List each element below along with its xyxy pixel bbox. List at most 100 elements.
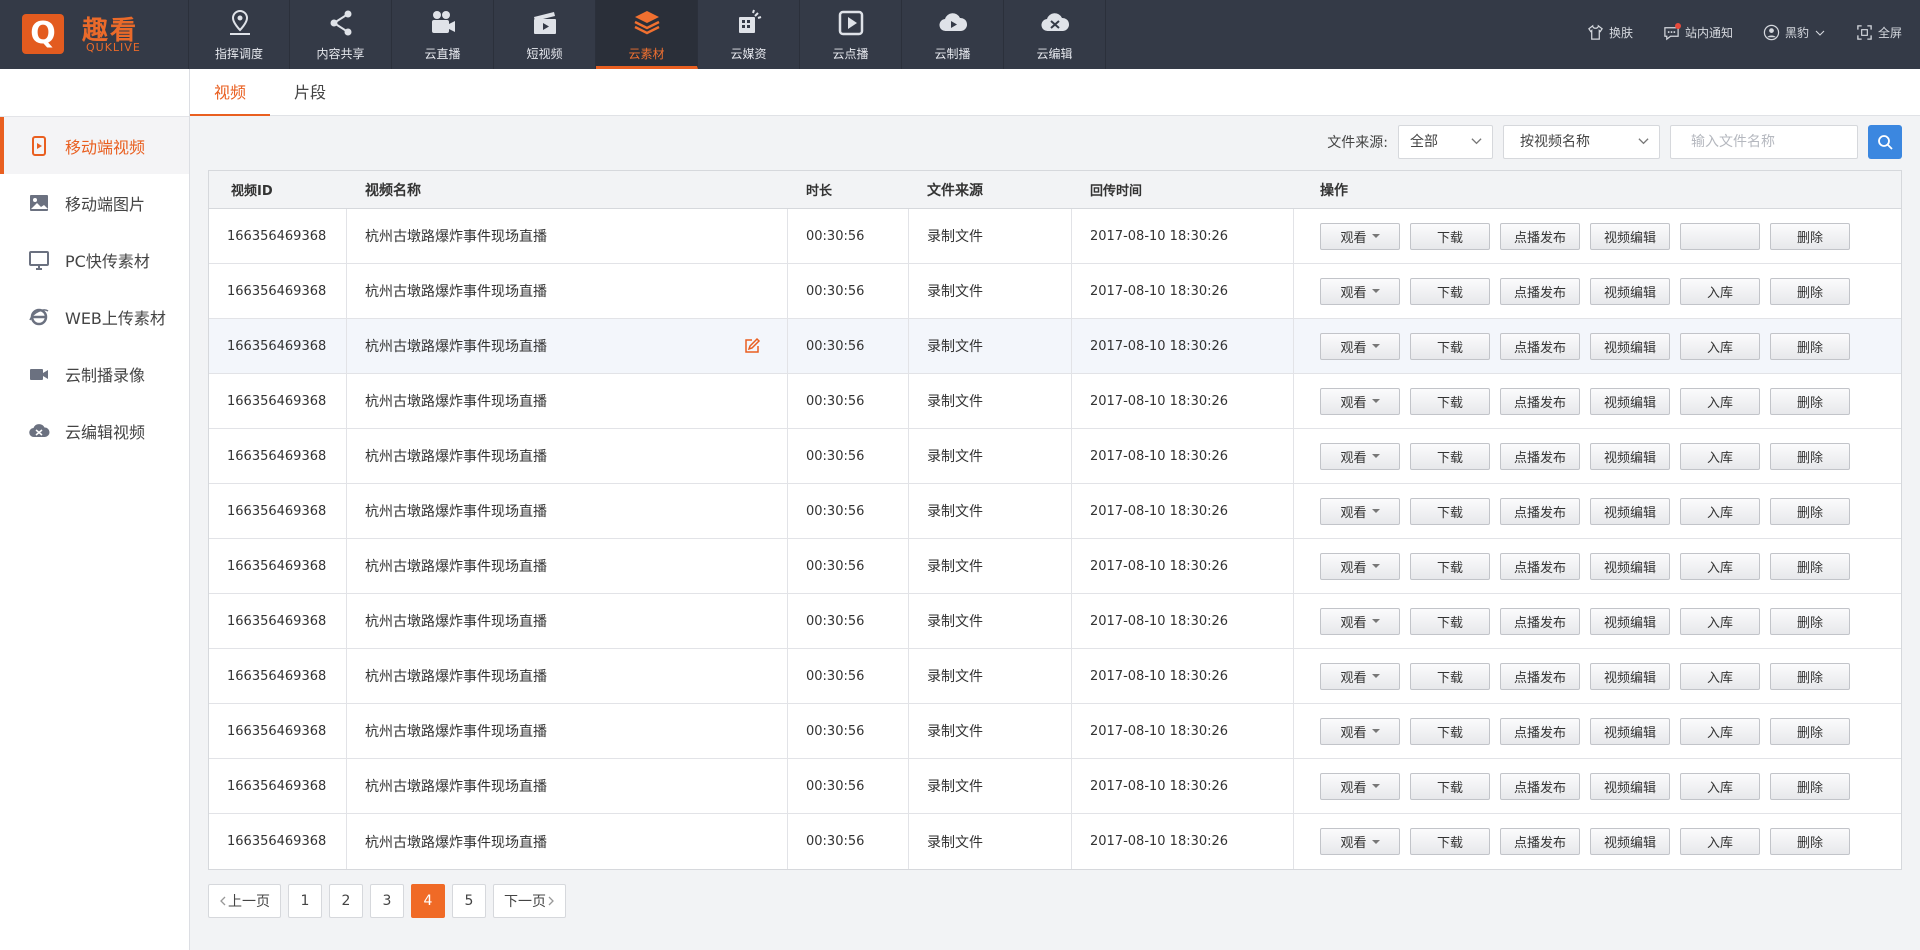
brand-logo[interactable]: Q 趣看 QUKLIVE [22,14,148,56]
store-button[interactable]: 入库 [1680,387,1760,415]
nav-item-cloud-live[interactable]: 云直播 [392,0,494,69]
vod-publish-button[interactable]: 点播发布 [1500,442,1580,470]
delete-button[interactable]: 删除 [1770,387,1850,415]
watch-button[interactable]: 观看 [1320,442,1400,470]
watch-button[interactable]: 观看 [1320,662,1400,690]
fullscreen-button[interactable]: 全屏 [1856,24,1902,41]
vod-publish-button[interactable]: 点播发布 [1500,828,1580,855]
table-row[interactable]: 166356469368 杭州古墩路爆炸事件现场直播 00:30:56 录制文件 201… [209,649,1901,704]
page-2-button[interactable]: 2 [329,884,363,918]
store-button[interactable]: 入库 [1680,332,1760,360]
watch-button[interactable]: 观看 [1320,222,1400,250]
download-button[interactable]: 下载 [1410,607,1490,635]
store-button[interactable]: 入库 [1680,717,1760,745]
nav-item-command-dispatch[interactable]: 指挥调度 [188,0,290,69]
table-row[interactable]: 166356469368 杭州古墩路爆炸事件现场直播 00:30:56 录制文件 201… [209,814,1901,869]
sidebar-item-production-recording[interactable]: 云制播录像 [0,345,189,402]
table-row[interactable]: 166356469368 杭州古墩路爆炸事件现场直播 00:30:56 录制文件 201… [209,209,1901,264]
store-button[interactable]: 入库 [1680,497,1760,525]
store-button[interactable]: 入库 [1680,607,1760,635]
delete-button[interactable]: 删除 [1770,607,1850,635]
nav-item-cloud-edit[interactable]: 云编辑 [1004,0,1106,69]
nav-item-content-share[interactable]: 内容共享 [290,0,392,69]
vod-publish-button[interactable]: 点播发布 [1500,277,1580,305]
watch-button[interactable]: 观看 [1320,332,1400,360]
nav-item-short-video[interactable]: 短视频 [494,0,596,69]
video-edit-button[interactable]: 视频编辑 [1590,222,1670,250]
nav-item-cloud-material[interactable]: 云素材 [596,0,698,69]
nav-item-cloud-production[interactable]: 云制播 [902,0,1004,69]
store-button[interactable] [1680,222,1760,250]
tab-clip[interactable]: 片段 [270,69,350,116]
delete-button[interactable]: 删除 [1770,772,1850,800]
delete-button[interactable]: 删除 [1770,442,1850,470]
next-page-button[interactable]: 下一页 [493,884,566,918]
delete-button[interactable]: 删除 [1770,222,1850,250]
video-edit-button[interactable]: 视频编辑 [1590,717,1670,745]
table-row[interactable]: 166356469368 杭州古墩路爆炸事件现场直播 00:30:56 录制文件 201… [209,484,1901,539]
nav-item-cloud-media[interactable]: 云媒资 [698,0,800,69]
file-name-search-input[interactable] [1670,125,1858,159]
video-edit-button[interactable]: 视频编辑 [1590,607,1670,635]
page-3-button[interactable]: 3 [370,884,404,918]
download-button[interactable]: 下载 [1410,387,1490,415]
store-button[interactable]: 入库 [1680,772,1760,800]
search-button[interactable] [1868,125,1902,159]
tab-video[interactable]: 视频 [190,69,270,116]
nav-item-cloud-vod[interactable]: 云点播 [800,0,902,69]
vod-publish-button[interactable]: 点播发布 [1500,387,1580,415]
download-button[interactable]: 下载 [1410,717,1490,745]
download-button[interactable]: 下载 [1410,277,1490,305]
video-edit-button[interactable]: 视频编辑 [1590,497,1670,525]
table-row[interactable]: 166356469368 杭州古墩路爆炸事件现场直播 00:30:56 录制文件 201… [209,704,1901,759]
delete-button[interactable]: 删除 [1770,277,1850,305]
video-edit-button[interactable]: 视频编辑 [1590,772,1670,800]
download-button[interactable]: 下载 [1410,332,1490,360]
search-field-select[interactable]: 按视频名称 [1503,125,1660,159]
vod-publish-button[interactable]: 点播发布 [1500,607,1580,635]
watch-button[interactable]: 观看 [1320,552,1400,580]
watch-button[interactable]: 观看 [1320,717,1400,745]
page-4-button[interactable]: 4 [411,884,445,918]
video-edit-button[interactable]: 视频编辑 [1590,552,1670,580]
video-edit-button[interactable]: 视频编辑 [1590,332,1670,360]
vod-publish-button[interactable]: 点播发布 [1500,772,1580,800]
vod-publish-button[interactable]: 点播发布 [1500,497,1580,525]
sidebar-item-mobile-video[interactable]: 移动端视频 [0,117,189,174]
table-row[interactable]: 166356469368 杭州古墩路爆炸事件现场直播 00:30:56 录制文件 201… [209,759,1901,814]
download-button[interactable]: 下载 [1410,222,1490,250]
delete-button[interactable]: 删除 [1770,497,1850,525]
vod-publish-button[interactable]: 点播发布 [1500,662,1580,690]
delete-button[interactable]: 删除 [1770,332,1850,360]
user-menu[interactable]: 黑豹 [1763,24,1826,41]
store-button[interactable]: 入库 [1680,442,1760,470]
watch-button[interactable]: 观看 [1320,828,1400,855]
download-button[interactable]: 下载 [1410,662,1490,690]
watch-button[interactable]: 观看 [1320,772,1400,800]
file-source-select[interactable]: 全部 [1398,125,1493,159]
page-1-button[interactable]: 1 [288,884,322,918]
delete-button[interactable]: 删除 [1770,662,1850,690]
vod-publish-button[interactable]: 点播发布 [1500,552,1580,580]
table-row[interactable]: 166356469368 杭州古墩路爆炸事件现场直播 00:30:56 录制文件 201… [209,264,1901,319]
watch-button[interactable]: 观看 [1320,607,1400,635]
video-edit-button[interactable]: 视频编辑 [1590,442,1670,470]
delete-button[interactable]: 删除 [1770,828,1850,855]
store-button[interactable]: 入库 [1680,828,1760,855]
table-row[interactable]: 166356469368 杭州古墩路爆炸事件现场直播 00:30:56 录制文件 201… [209,374,1901,429]
store-button[interactable]: 入库 [1680,662,1760,690]
download-button[interactable]: 下载 [1410,497,1490,525]
delete-button[interactable]: 删除 [1770,552,1850,580]
notification-button[interactable]: 站内通知 [1663,23,1733,41]
vod-publish-button[interactable]: 点播发布 [1500,222,1580,250]
table-row[interactable]: 166356469368 杭州古墩路爆炸事件现场直播 00:30:56 录制文件 201… [209,539,1901,594]
delete-button[interactable]: 删除 [1770,717,1850,745]
sidebar-item-web-upload[interactable]: WEB上传素材 [0,288,189,345]
watch-button[interactable]: 观看 [1320,497,1400,525]
video-edit-button[interactable]: 视频编辑 [1590,387,1670,415]
sidebar-item-pc-upload[interactable]: PC快传素材 [0,231,189,288]
download-button[interactable]: 下载 [1410,552,1490,580]
video-edit-button[interactable]: 视频编辑 [1590,277,1670,305]
download-button[interactable]: 下载 [1410,772,1490,800]
page-5-button[interactable]: 5 [452,884,486,918]
